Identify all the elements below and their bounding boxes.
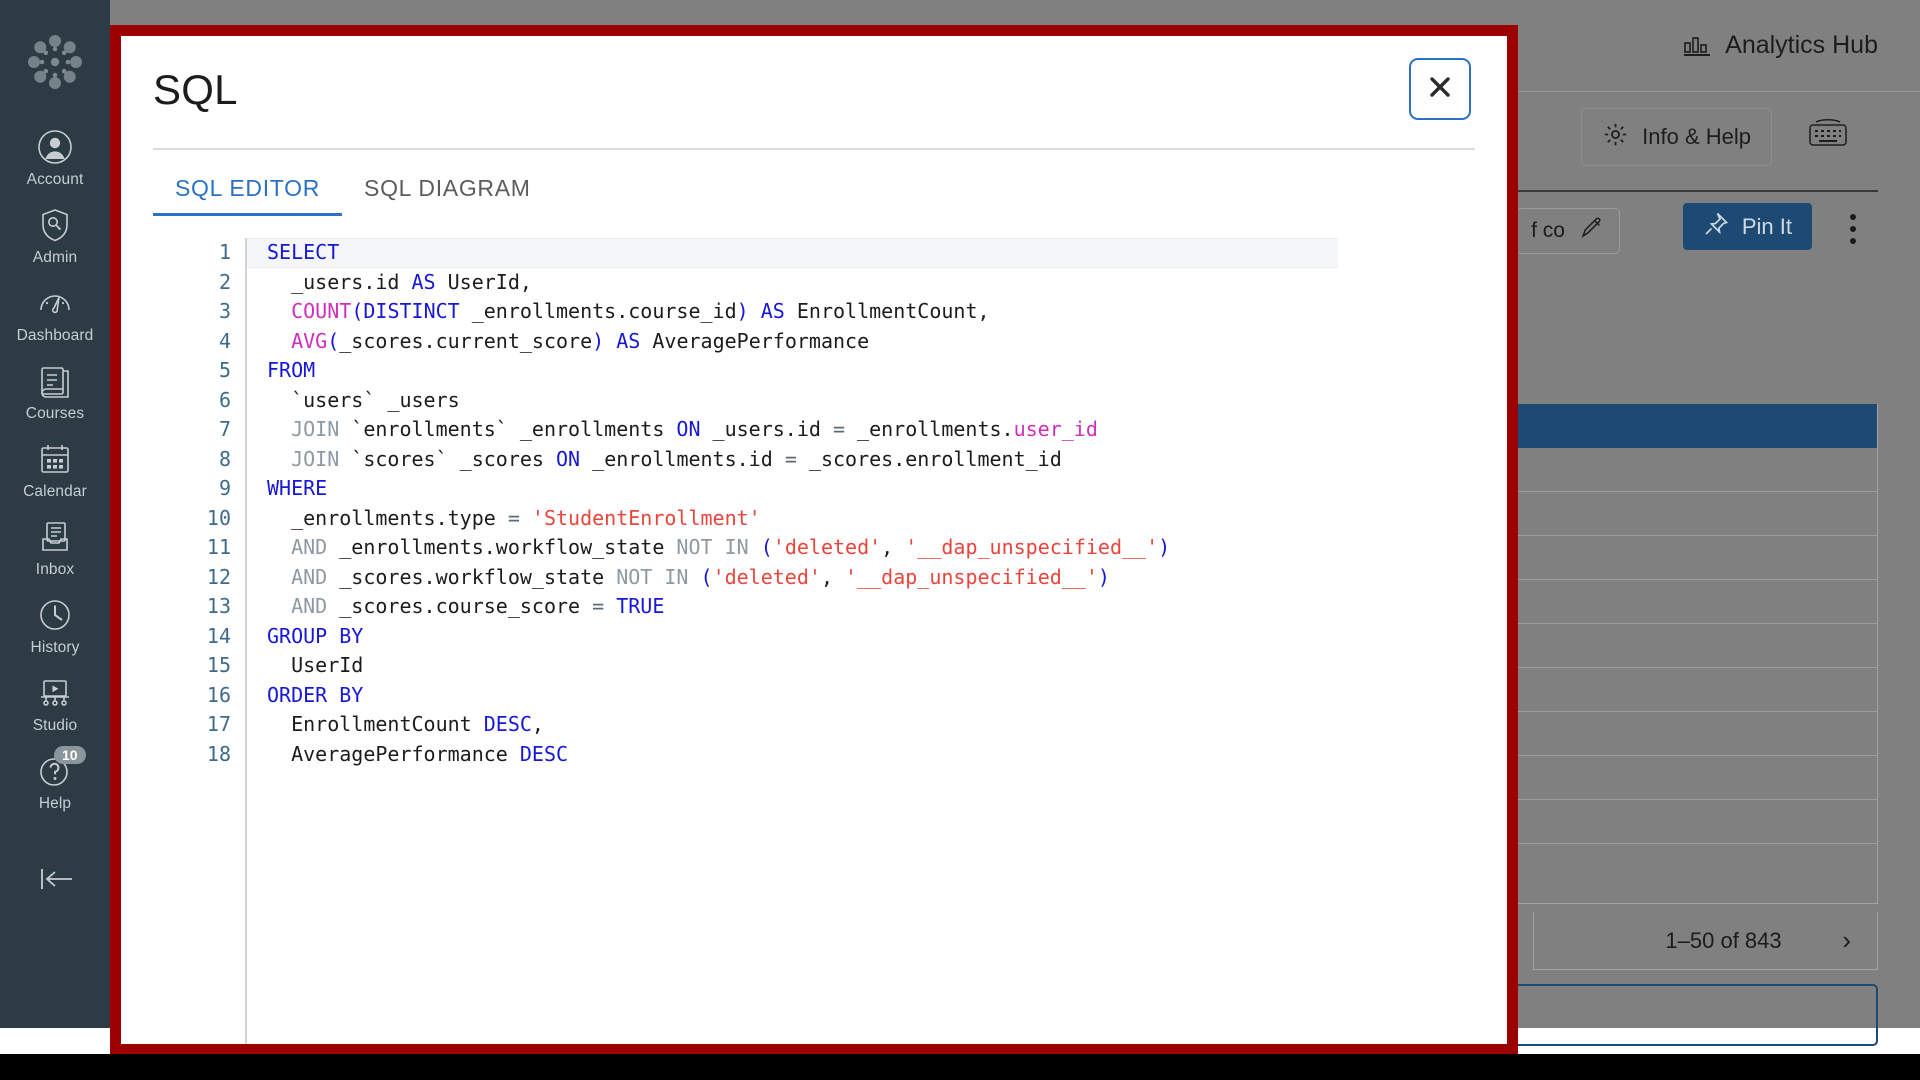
info-and-help-button[interactable]: Info & Help	[1581, 108, 1772, 166]
bar-chart-icon	[1683, 34, 1711, 58]
screen: Analytics Hub Info & Help f co Pin It 1–…	[0, 0, 1920, 1080]
collapse-nav-icon[interactable]	[0, 864, 110, 894]
clock-icon	[36, 596, 74, 634]
sql-editor[interactable]: 1 2 3 4 5 6 7 8 9 10 11 12 13 14 15 16 17 18 SELECT _user…	[153, 224, 1507, 1044]
edit-chip-button[interactable]: f co	[1516, 208, 1620, 254]
line-number: 1	[218, 240, 231, 264]
line-number: 14	[206, 623, 231, 648]
sidebar-item-dashboard[interactable]: Dashboard	[0, 276, 110, 354]
pagination-prev-button[interactable]: ‹	[1808, 925, 1817, 956]
inbox-icon	[36, 518, 74, 556]
editor-vertical-scrollbar[interactable]	[1496, 226, 1503, 1038]
sidebar-item-label: Calendar	[23, 483, 87, 501]
help-badge-count: 10	[54, 746, 86, 765]
line-number: 7	[218, 417, 231, 441]
line-number: 9	[218, 476, 231, 500]
pin-it-label: Pin It	[1741, 213, 1792, 239]
line-number: 18	[206, 741, 231, 766]
page-title: SQL	[153, 66, 238, 113]
sidebar-item-label: Admin	[32, 249, 78, 267]
sql-modal-header: SQL	[121, 36, 1507, 148]
gauge-icon	[36, 284, 74, 322]
analytics-hub-label: Analytics Hub	[1725, 31, 1878, 59]
sidebar-item-calendar[interactable]: Calendar	[0, 432, 110, 510]
tab-label: SQL DIAGRAM	[364, 175, 531, 201]
sidebar-item-help[interactable]: 10 Help	[0, 744, 110, 822]
code-area[interactable]: SELECT _users.id AS UserId, COUNT(DISTIN…	[245, 224, 1507, 1044]
tab-sql-diagram[interactable]: SQL DIAGRAM	[342, 175, 553, 216]
sidebar-item-label: Courses	[25, 405, 85, 423]
user-circle-icon	[36, 128, 74, 166]
studio-icon	[36, 674, 74, 712]
line-number: 16	[206, 682, 231, 707]
sql-code-text[interactable]: SELECT _users.id AS UserId, COUNT(DISTIN…	[245, 238, 1507, 769]
close-button[interactable]	[1409, 58, 1471, 120]
pin-icon	[1703, 211, 1729, 243]
close-icon	[1427, 74, 1453, 105]
line-number: 10	[206, 505, 231, 530]
pagination-bar: 1–50 of 843 ‹ ›	[1533, 912, 1878, 970]
pagination-next-button[interactable]: ›	[1842, 925, 1851, 956]
line-number: 3	[218, 299, 231, 323]
chip-text: f co	[1531, 219, 1565, 242]
line-number: 15	[206, 653, 231, 677]
line-number: 17	[206, 712, 231, 736]
line-number: 12	[206, 564, 231, 589]
shield-key-icon	[36, 206, 74, 244]
sidebar-item-courses[interactable]: Courses	[0, 354, 110, 432]
sidebar-item-label: Studio	[32, 717, 78, 735]
book-icon	[36, 362, 74, 400]
sidebar-item-label: Dashboard	[16, 327, 94, 345]
keyboard-shortcuts-button[interactable]	[1808, 118, 1848, 153]
line-number-gutter: 1 2 3 4 5 6 7 8 9 10 11 12 13 14 15 16 17 18	[153, 224, 245, 1044]
info-and-help-label: Info & Help	[1642, 124, 1751, 149]
sidebar-item-label: History	[30, 639, 80, 657]
pin-it-button[interactable]: Pin It	[1682, 203, 1812, 250]
tab-sql-editor[interactable]: SQL EDITOR	[153, 175, 343, 216]
sidebar-item-label: Account	[26, 171, 84, 188]
sidebar-item-inbox[interactable]: Inbox	[0, 510, 110, 588]
keyboard-icon	[1808, 119, 1848, 152]
global-navigation-sidebar: Account Admin Dashboard Courses Calendar…	[0, 0, 110, 1028]
sql-modal-highlight-outline: SQL SQL EDITOR SQL DIAGRAM 1 2 3 4 5 6 7…	[110, 25, 1518, 1055]
line-number: 2	[218, 269, 231, 294]
line-number: 11	[206, 535, 231, 559]
sql-modal-tabs-container: SQL EDITOR SQL DIAGRAM	[153, 148, 1475, 216]
sidebar-item-account[interactable]: Account	[0, 120, 110, 198]
analytics-hub-title: Analytics Hub	[1683, 31, 1878, 60]
line-number: 4	[218, 328, 231, 353]
sidebar-item-admin[interactable]: Admin	[0, 198, 110, 276]
taskbar	[0, 1054, 1920, 1080]
gear-icon	[1602, 121, 1629, 154]
line-number: 6	[218, 387, 231, 412]
canvas-logo[interactable]	[23, 30, 87, 94]
tab-label: SQL EDITOR	[175, 175, 321, 201]
line-number: 13	[206, 594, 231, 618]
pencil-icon	[1579, 215, 1605, 247]
sidebar-item-label: Help	[38, 795, 72, 813]
line-number: 8	[218, 446, 231, 471]
pagination-range: 1–50 of 843	[1665, 927, 1782, 953]
calendar-icon	[36, 440, 74, 478]
sidebar-item-history[interactable]: History	[0, 588, 110, 666]
sidebar-item-label: Inbox	[35, 561, 75, 579]
sql-modal: SQL SQL EDITOR SQL DIAGRAM 1 2 3 4 5 6 7…	[121, 36, 1507, 1044]
sql-modal-tabs: SQL EDITOR SQL DIAGRAM	[153, 150, 1475, 216]
more-vertical-icon[interactable]	[1850, 208, 1858, 250]
line-number: 5	[218, 358, 231, 382]
sidebar-item-studio[interactable]: Studio	[0, 666, 110, 744]
